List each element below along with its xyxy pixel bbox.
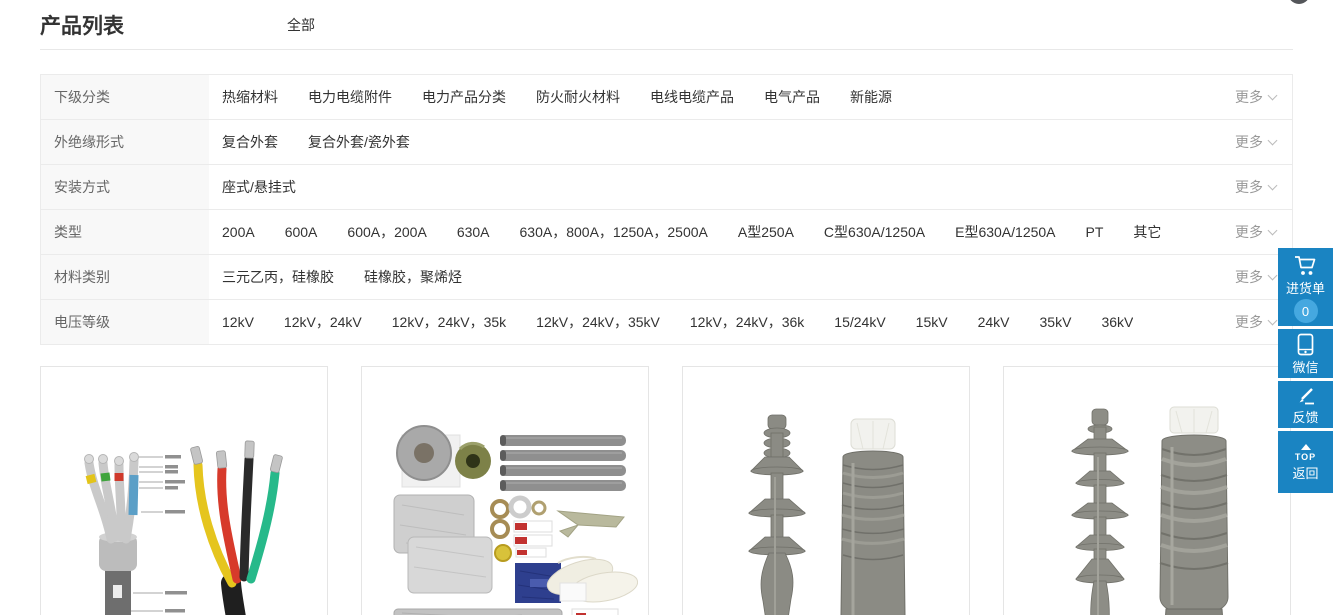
product-image-cold-shrink-termination-pair <box>693 387 959 615</box>
cart-icon <box>1293 255 1319 277</box>
filter-option[interactable]: E型630A/1250A <box>955 222 1055 242</box>
filter-row-label: 外绝缘形式 <box>41 120 209 164</box>
filter-option[interactable]: 防火耐火材料 <box>536 87 620 107</box>
page-header: 产品列表 全部 <box>40 0 1293 50</box>
product-card[interactable] <box>361 366 649 615</box>
filter-option[interactable]: 600A，200A <box>347 222 426 242</box>
cart-label: 进货单 <box>1286 282 1325 295</box>
more-label: 更多 <box>1235 312 1263 332</box>
chevron-down-icon <box>1268 91 1278 101</box>
feedback-button[interactable]: 反馈 <box>1278 381 1333 428</box>
phone-icon <box>1297 333 1314 356</box>
filter-option[interactable]: 15kV <box>916 314 948 330</box>
cart-count-badge: 0 <box>1294 299 1318 323</box>
filter-row-mounting: 安装方式 座式/悬挂式 更多 <box>41 165 1292 210</box>
more-label: 更多 <box>1235 177 1263 197</box>
filter-option[interactable]: 电气产品 <box>764 87 820 107</box>
product-card[interactable] <box>1003 366 1291 615</box>
filter-option[interactable]: 15/24kV <box>834 314 885 330</box>
more-label: 更多 <box>1235 87 1263 107</box>
product-card[interactable] <box>682 366 970 615</box>
chevron-down-icon <box>1268 226 1278 236</box>
filter-option[interactable]: 24kV <box>978 314 1010 330</box>
filter-row-subcategory: 下级分类 热缩材料 电力电缆附件 电力产品分类 防火耐火材料 电线电缆产品 电气… <box>41 75 1292 120</box>
more-label: 更多 <box>1235 267 1263 287</box>
filter-option[interactable]: 600A <box>285 224 318 240</box>
filter-option[interactable]: 12kV，24kV，36k <box>690 312 804 332</box>
filter-option[interactable]: 座式/悬挂式 <box>222 177 296 197</box>
back-label: 返回 <box>1292 467 1318 480</box>
more-button[interactable]: 更多 <box>1235 120 1276 164</box>
filter-option[interactable]: 新能源 <box>850 87 892 107</box>
filter-options: 200A 600A 600A，200A 630A 630A，800A，1250A… <box>209 210 1161 254</box>
product-image-lv-cable-termination-diagram <box>51 387 317 615</box>
filter-option[interactable]: A型250A <box>738 222 794 242</box>
filter-option[interactable]: 630A，800A，1250A，2500A <box>520 222 708 242</box>
top-text: TOP <box>1295 452 1316 462</box>
more-button[interactable]: 更多 <box>1235 210 1276 254</box>
more-button[interactable]: 更多 <box>1235 75 1276 119</box>
filter-options: 三元乙丙，硅橡胶 硅橡胶，聚烯烃 <box>209 255 462 299</box>
filter-options: 复合外套 复合外套/瓷外套 <box>209 120 410 164</box>
filter-row-label: 下级分类 <box>41 75 209 119</box>
filter-options: 12kV 12kV，24kV 12kV，24kV，35k 12kV，24kV，3… <box>209 300 1133 344</box>
filter-row-material: 材料类别 三元乙丙，硅橡胶 硅橡胶，聚烯烃 更多 <box>41 255 1292 300</box>
product-grid <box>40 366 1291 615</box>
filter-option[interactable]: 热缩材料 <box>222 87 278 107</box>
more-label: 更多 <box>1235 132 1263 152</box>
product-list-page: 产品列表 全部 下级分类 热缩材料 电力电缆附件 电力产品分类 防火耐火材料 电… <box>0 0 1333 615</box>
back-to-top-button[interactable]: TOP 返回 <box>1278 431 1333 493</box>
filter-row-type: 类型 200A 600A 600A，200A 630A 630A，800A，12… <box>41 210 1292 255</box>
chevron-down-icon <box>1268 271 1278 281</box>
filter-option[interactable]: 12kV，24kV，35k <box>392 312 506 332</box>
top-arrow-icon <box>1301 444 1311 450</box>
product-image-termination-kit-contents <box>372 387 638 615</box>
wechat-button[interactable]: 微信 <box>1278 329 1333 378</box>
more-button[interactable]: 更多 <box>1235 255 1276 299</box>
more-button[interactable]: 更多 <box>1235 165 1276 209</box>
pencil-icon <box>1296 386 1316 406</box>
more-label: 更多 <box>1235 222 1263 242</box>
filter-option[interactable]: 其它 <box>1133 222 1161 242</box>
filter-option[interactable]: 电线电缆产品 <box>650 87 734 107</box>
cart-button[interactable]: 进货单 0 <box>1278 248 1333 326</box>
filter-option[interactable]: 12kV，24kV，35kV <box>536 312 660 332</box>
filter-options: 座式/悬挂式 <box>209 165 296 209</box>
filter-option[interactable]: 12kV，24kV <box>284 312 362 332</box>
filter-row-voltage: 电压等级 12kV 12kV，24kV 12kV，24kV，35k 12kV，2… <box>41 300 1292 345</box>
filter-option[interactable]: 电力产品分类 <box>422 87 506 107</box>
filter-row-label: 安装方式 <box>41 165 209 209</box>
chevron-down-icon <box>1268 316 1278 326</box>
chevron-down-icon <box>1268 136 1278 146</box>
filter-option[interactable]: 硅橡胶，聚烯烃 <box>364 267 462 287</box>
tab-all[interactable]: 全部 <box>287 15 315 35</box>
wechat-label: 微信 <box>1292 361 1318 374</box>
product-image-cold-shrink-termination-skirted-pair <box>1014 387 1280 615</box>
feedback-label: 反馈 <box>1292 411 1318 424</box>
filter-options: 热缩材料 电力电缆附件 电力产品分类 防火耐火材料 电线电缆产品 电气产品 新能… <box>209 75 892 119</box>
filter-option[interactable]: C型630A/1250A <box>824 222 925 242</box>
page-title: 产品列表 <box>40 10 124 40</box>
filter-row-label: 电压等级 <box>41 300 209 344</box>
filter-option[interactable]: 三元乙丙，硅橡胶 <box>222 267 334 287</box>
more-button[interactable]: 更多 <box>1235 300 1276 344</box>
product-card[interactable] <box>40 366 328 615</box>
filter-table: 下级分类 热缩材料 电力电缆附件 电力产品分类 防火耐火材料 电线电缆产品 电气… <box>40 74 1293 345</box>
filter-option[interactable]: 复合外套 <box>222 132 278 152</box>
floating-sidebar: 进货单 0 微信 反馈 TOP 返回 <box>1278 248 1333 496</box>
filter-option[interactable]: 630A <box>457 224 490 240</box>
filter-option[interactable]: PT <box>1086 224 1104 240</box>
filter-row-label: 类型 <box>41 210 209 254</box>
filter-option[interactable]: 电力电缆附件 <box>308 87 392 107</box>
filter-option[interactable]: 200A <box>222 224 255 240</box>
chevron-down-icon <box>1268 181 1278 191</box>
filter-option[interactable]: 12kV <box>222 314 254 330</box>
filter-option[interactable]: 复合外套/瓷外套 <box>308 132 410 152</box>
filter-option[interactable]: 35kV <box>1040 314 1072 330</box>
filter-row-label: 材料类别 <box>41 255 209 299</box>
filter-option[interactable]: 36kV <box>1101 314 1133 330</box>
filter-row-insulation: 外绝缘形式 复合外套 复合外套/瓷外套 更多 <box>41 120 1292 165</box>
